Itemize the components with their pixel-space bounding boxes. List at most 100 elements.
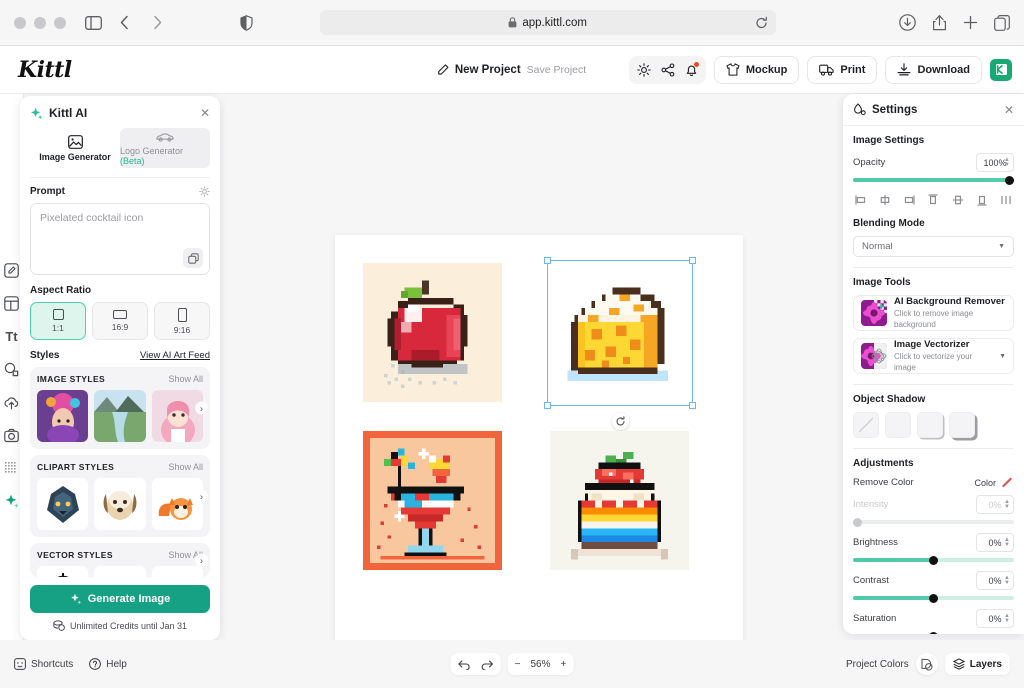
stepper-icon[interactable]: ▲ ▼ <box>1004 537 1010 548</box>
prompt-input[interactable]: Pixelated cocktail icon <box>30 203 210 276</box>
pencil-icon[interactable] <box>438 64 449 75</box>
styles-next-icon[interactable]: › <box>195 401 208 415</box>
style-thumb[interactable] <box>94 390 146 443</box>
distribute-icon[interactable] <box>998 192 1014 208</box>
style-thumb[interactable] <box>94 566 146 577</box>
photos-icon[interactable] <box>4 427 20 443</box>
ai-sparkle-icon[interactable] <box>4 493 20 509</box>
image-vectorizer-button[interactable]: Image Vectorizer Click to vectorize your… <box>853 338 1014 374</box>
artboard[interactable] <box>335 235 743 645</box>
align-center-horizontal-icon[interactable] <box>877 192 893 208</box>
contrast-slider-knob[interactable] <box>929 593 938 603</box>
zoom-in-button[interactable]: + <box>561 659 567 670</box>
elements-icon[interactable] <box>4 361 20 377</box>
aspect-ratio-1-1[interactable]: 1:1 <box>30 302 86 341</box>
help-button[interactable]: Help <box>89 658 127 670</box>
blending-mode-select[interactable]: Normal ▼ <box>853 236 1014 257</box>
sidebar-toggle-icon[interactable] <box>82 12 104 34</box>
mockup-button[interactable]: Mockup <box>713 55 800 84</box>
resize-handle-top-right[interactable] <box>689 257 696 264</box>
templates-icon[interactable] <box>4 295 20 311</box>
download-icon[interactable] <box>899 14 916 31</box>
layers-button[interactable]: Layers <box>944 653 1010 675</box>
brightness-slider[interactable] <box>853 555 1014 565</box>
zoom-out-button[interactable]: − <box>515 659 521 670</box>
rotate-icon[interactable] <box>612 413 629 430</box>
resize-handle-top-left[interactable] <box>544 257 551 264</box>
reload-icon[interactable] <box>755 16 768 29</box>
close-icon[interactable]: ✕ <box>200 107 210 119</box>
styles-next-icon[interactable]: › <box>195 489 208 503</box>
design-icon[interactable] <box>4 262 20 278</box>
brightness-value-input[interactable]: 0% ▲ ▼ <box>976 533 1014 552</box>
shadow-option-small[interactable] <box>917 412 943 438</box>
back-arrow-icon[interactable] <box>114 12 136 34</box>
view-ai-art-feed-link[interactable]: View AI Art Feed <box>140 350 210 361</box>
brightness-slider-knob[interactable] <box>929 555 938 565</box>
shortcuts-button[interactable]: Shortcuts <box>14 658 73 670</box>
privacy-shield-icon[interactable] <box>240 14 253 31</box>
close-icon[interactable]: ✕ <box>1004 104 1014 116</box>
generate-image-button[interactable]: Generate Image <box>30 585 210 613</box>
plus-icon[interactable] <box>963 15 978 30</box>
gear-icon[interactable] <box>637 62 651 77</box>
tab-logo-generator[interactable]: Logo Generator (Beta) <box>120 128 210 168</box>
chevron-down-icon[interactable]: ▼ <box>999 353 1006 360</box>
style-thumb[interactable] <box>151 566 203 577</box>
align-right-icon[interactable] <box>901 192 917 208</box>
style-thumb[interactable] <box>37 566 89 577</box>
pixel-apple-image[interactable] <box>363 263 502 402</box>
pixel-cocktail-image[interactable] <box>363 431 502 570</box>
text-icon[interactable]: Tt <box>4 328 20 344</box>
align-middle-vertical-icon[interactable] <box>950 192 966 208</box>
contrast-slider[interactable] <box>853 593 1014 603</box>
opacity-value-input[interactable]: 100% ▲ ▼ <box>976 153 1014 172</box>
align-bottom-icon[interactable] <box>974 192 990 208</box>
style-thumb[interactable] <box>94 478 146 531</box>
shadow-option-large[interactable] <box>949 412 975 438</box>
kittl-logo[interactable]: Kittl <box>12 57 72 83</box>
aspect-ratio-9-16[interactable]: 9:16 <box>154 302 210 341</box>
ai-background-remover-button[interactable]: AI Background Remover Click to remove im… <box>853 295 1014 331</box>
zoom-value[interactable]: 56% <box>530 659 550 670</box>
stepper-icon[interactable]: ▲ ▼ <box>1004 575 1010 586</box>
pixel-layer-cake-image[interactable] <box>550 431 689 570</box>
gear-small-icon[interactable] <box>199 186 210 198</box>
shadow-option-flat[interactable] <box>885 412 911 438</box>
forward-arrow-icon[interactable] <box>146 12 168 34</box>
avatar[interactable] <box>990 58 1012 81</box>
align-top-icon[interactable] <box>925 192 941 208</box>
contrast-value-input[interactable]: 0% ▲ ▼ <box>976 571 1014 590</box>
align-left-icon[interactable] <box>853 192 869 208</box>
style-thumb[interactable] <box>37 478 89 531</box>
project-name[interactable]: New Project <box>455 64 521 76</box>
window-traffic-lights[interactable] <box>14 16 66 29</box>
style-thumb[interactable] <box>37 390 89 443</box>
saturation-value-input[interactable]: 0% ▲ ▼ <box>976 609 1014 628</box>
palette-icon[interactable] <box>915 653 938 675</box>
style-thumb[interactable] <box>151 390 203 443</box>
save-project-button[interactable]: Save Project <box>527 64 587 76</box>
aspect-ratio-16-9[interactable]: 16:9 <box>92 302 148 341</box>
close-window-button[interactable] <box>14 16 26 29</box>
stepper-icon[interactable]: ▲ ▼ <box>1004 157 1010 168</box>
copy-icon[interactable] <box>183 248 203 269</box>
resize-handle-bottom-left[interactable] <box>544 402 551 409</box>
maximize-window-button[interactable] <box>54 16 66 29</box>
tab-image-generator[interactable]: Image Generator <box>30 128 120 168</box>
resize-handle-bottom-right[interactable] <box>689 402 696 409</box>
tab-overview-icon[interactable] <box>994 14 1010 31</box>
opacity-slider-knob[interactable] <box>1005 175 1014 185</box>
styles-next-icon[interactable]: › <box>195 553 208 567</box>
minimize-window-button[interactable] <box>34 16 46 29</box>
clipart-styles-show-all[interactable]: Show All <box>168 462 203 472</box>
shadow-option-none[interactable] <box>853 412 879 438</box>
canvas-area[interactable] <box>240 94 844 688</box>
address-bar[interactable]: app.kittl.com <box>319 10 776 35</box>
undo-icon[interactable] <box>458 659 471 670</box>
stepper-icon[interactable]: ▲ ▼ <box>1004 613 1010 624</box>
style-thumb[interactable] <box>151 478 203 531</box>
uploads-icon[interactable] <box>4 394 20 410</box>
download-button[interactable]: Download <box>885 55 982 84</box>
redo-icon[interactable] <box>481 659 494 670</box>
